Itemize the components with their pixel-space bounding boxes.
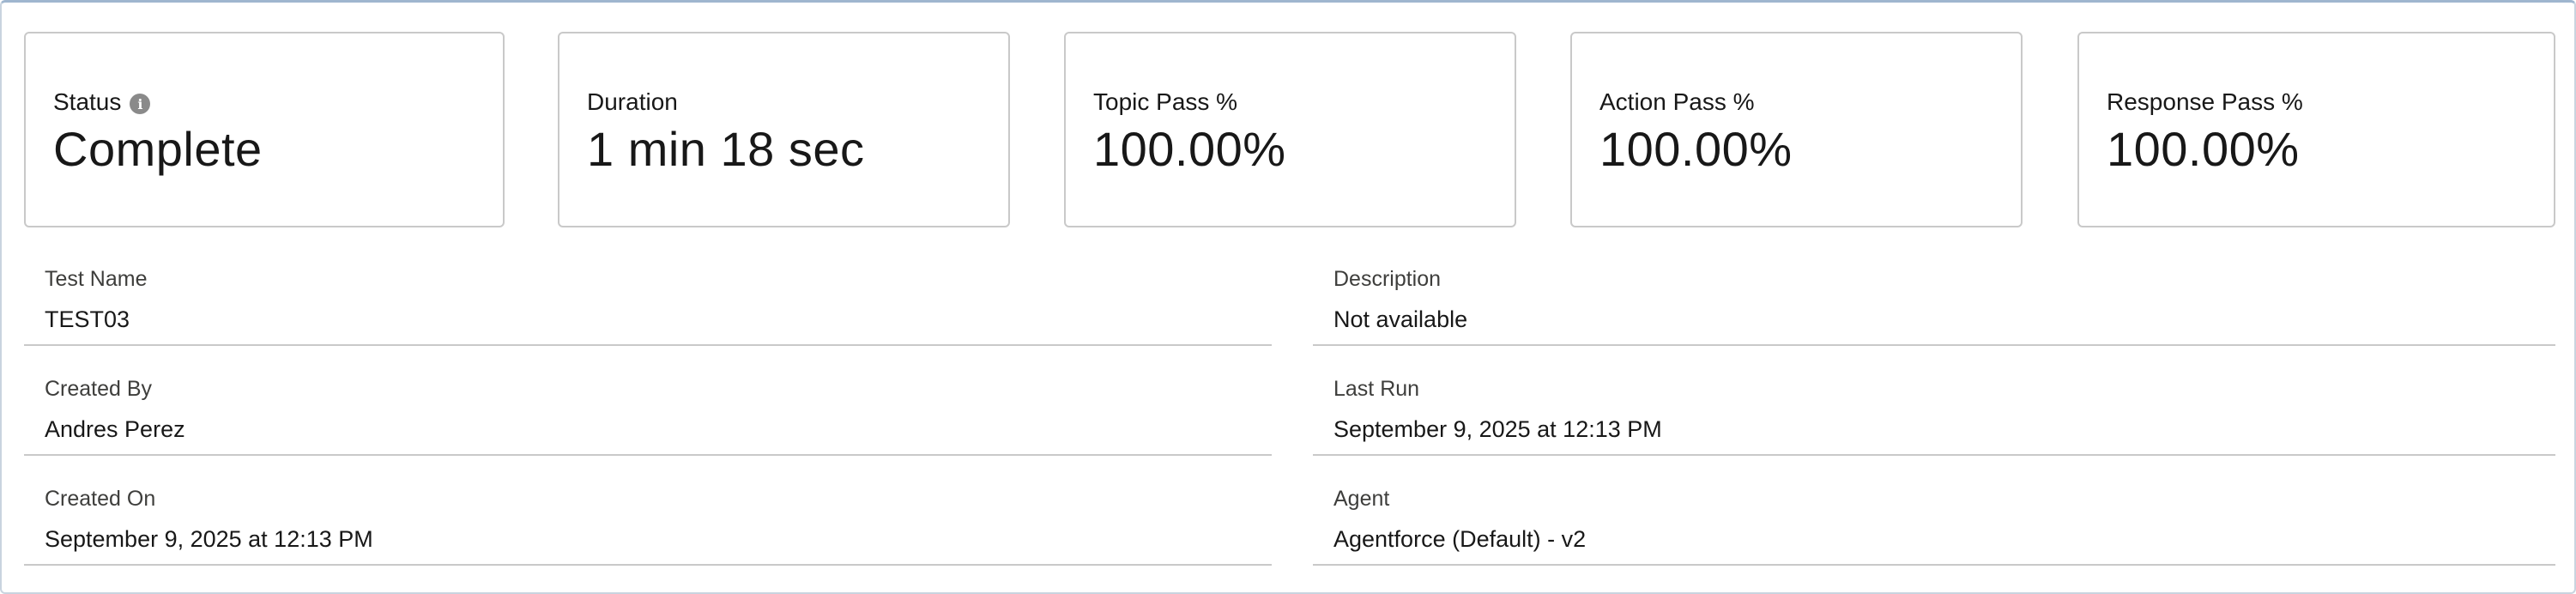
created-by-field: Created By Andres Perez — [24, 361, 1272, 456]
test-name-value: TEST03 — [45, 306, 130, 332]
response-pass-value: 100.00% — [2107, 122, 2300, 176]
duration-label: Duration — [587, 88, 678, 115]
response-pass-card: Response Pass % 100.00% — [2077, 32, 2555, 227]
agent-label: Agent — [1333, 487, 1390, 511]
topic-pass-label: Topic Pass % — [1093, 88, 1238, 115]
duration-card: Duration 1 min 18 sec — [558, 32, 1010, 227]
last-run-label: Last Run — [1333, 377, 1420, 401]
test-results-panel: Status i Complete Duration 1 min 18 sec … — [0, 0, 2576, 594]
status-value: Complete — [53, 122, 263, 176]
description-value: Not available — [1333, 306, 1468, 332]
description-label: Description — [1333, 267, 1442, 291]
created-on-field: Created On September 9, 2025 at 12:13 PM — [24, 471, 1272, 566]
last-run-value: September 9, 2025 at 12:13 PM — [1333, 416, 1662, 442]
test-name-label: Test Name — [45, 267, 148, 291]
created-by-label: Created By — [45, 377, 153, 401]
created-by-value: Andres Perez — [45, 416, 185, 442]
created-on-value: September 9, 2025 at 12:13 PM — [45, 526, 373, 552]
agent-field: Agent Agentforce (Default) - v2 — [1313, 471, 2555, 566]
info-icon[interactable]: i — [130, 94, 151, 114]
action-pass-label: Action Pass % — [1599, 88, 1755, 115]
topic-pass-value: 100.00% — [1093, 122, 1286, 176]
summary-cards: Status i Complete Duration 1 min 18 sec … — [24, 32, 2555, 227]
created-on-label: Created On — [45, 487, 156, 511]
status-card: Status i Complete — [24, 32, 505, 227]
response-pass-label: Response Pass % — [2107, 88, 2303, 115]
last-run-field: Last Run September 9, 2025 at 12:13 PM — [1313, 361, 2555, 456]
topic-pass-card: Topic Pass % 100.00% — [1064, 32, 1516, 227]
status-label: Status — [53, 88, 122, 115]
action-pass-card: Action Pass % 100.00% — [1570, 32, 2023, 227]
agent-value: Agentforce (Default) - v2 — [1333, 526, 1587, 552]
description-field: Description Not available — [1313, 252, 2555, 346]
action-pass-value: 100.00% — [1599, 122, 1793, 176]
duration-value: 1 min 18 sec — [587, 122, 865, 176]
test-name-field: Test Name TEST03 — [24, 252, 1272, 346]
